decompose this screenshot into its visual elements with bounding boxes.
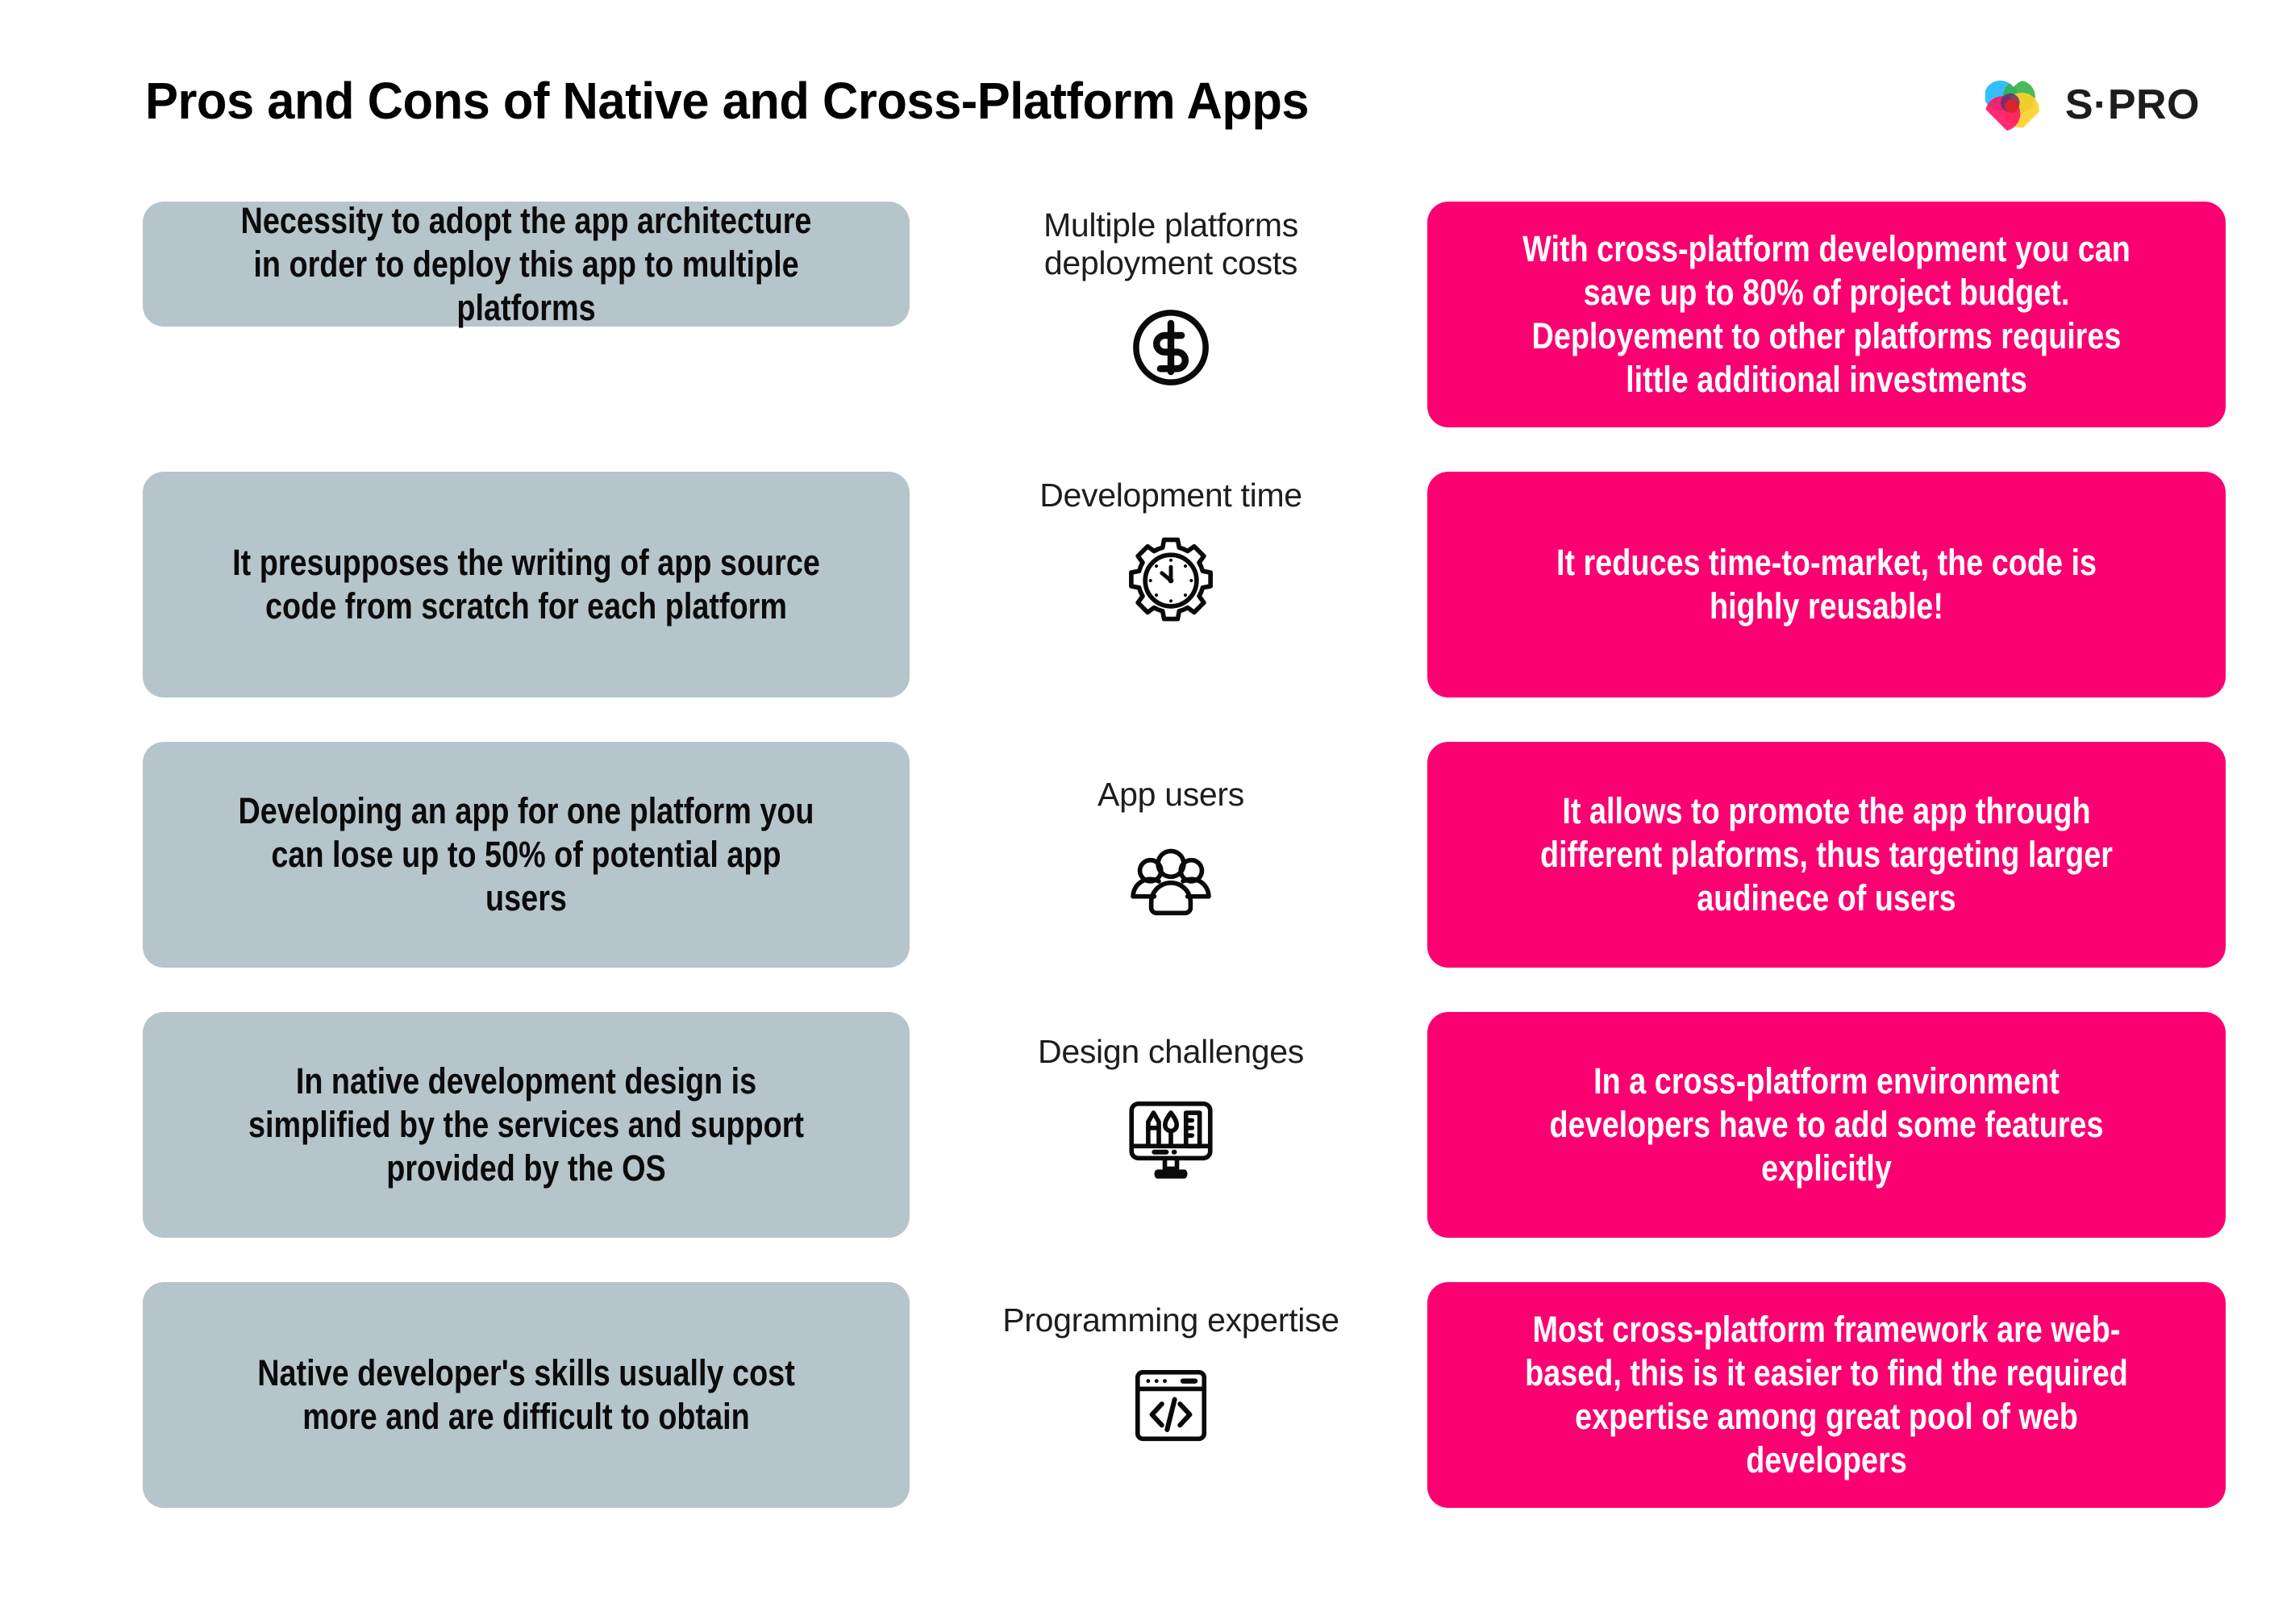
criteria-label: App users [1098, 776, 1244, 813]
users-group-icon [1123, 831, 1219, 928]
native-con-card: It presupposes the writing of app source… [143, 472, 910, 697]
criteria-column: Multiple platforms deployment costs [945, 202, 1397, 396]
cross-platform-pro-card: Most cross-platform framework are web-ba… [1427, 1282, 2226, 1508]
criteria-label: Multiple platforms deployment costs [1043, 206, 1298, 281]
criteria-column: Programming expertise [945, 1282, 1397, 1454]
cross-platform-pro-text: Most cross-platform framework are web-ba… [1525, 1309, 2128, 1480]
page-title: Pros and Cons of Native and Cross-Platfo… [145, 72, 1310, 130]
monitor-design-tools-icon [1123, 1089, 1219, 1185]
native-con-text: Native developer's skills usually cost m… [257, 1352, 795, 1437]
criteria-label: Design challenges [1038, 1033, 1304, 1070]
native-con-card: In native development design is simplifi… [143, 1012, 910, 1238]
infographic-page: Pros and Cons of Native and Cross-Platfo… [0, 0, 2295, 1624]
native-con-card: Native developer's skills usually cost m… [143, 1282, 910, 1508]
criteria-label: Development time [1039, 477, 1302, 514]
cross-platform-pro-text: It reduces time-to-market, the code is h… [1556, 542, 2097, 627]
comparison-row: It presupposes the writing of app source… [0, 472, 2295, 742]
cross-platform-pro-card: It allows to promote the app through dif… [1427, 742, 2226, 968]
dollar-circle-icon [1123, 299, 1219, 396]
brand-logo: S·PRO [1980, 71, 2200, 139]
cross-platform-pro-card: It reduces time-to-market, the code is h… [1427, 472, 2226, 697]
native-con-card: Necessity to adopt the app architecture … [143, 199, 910, 328]
criteria-label: Programming expertise [1002, 1301, 1339, 1339]
cross-platform-pro-card: In a cross-platform environment develope… [1427, 1012, 2226, 1238]
cross-platform-pro-text: With cross-platform development you can … [1522, 228, 2130, 400]
spro-heart-logo-icon [1980, 71, 2047, 139]
gear-clock-icon [1123, 532, 1219, 629]
code-window-icon [1123, 1357, 1219, 1454]
native-con-card: Developing an app for one platform you c… [143, 742, 910, 968]
native-con-text: Developing an app for one platform you c… [238, 790, 814, 918]
comparison-grid: Necessity to adopt the app architecture … [0, 199, 2295, 1552]
brand-name: S·PRO [2064, 81, 2200, 128]
comparison-row: Developing an app for one platform you c… [0, 742, 2295, 1012]
native-con-text: In native development design is simplifi… [248, 1060, 804, 1189]
criteria-column: App users [945, 742, 1397, 928]
criteria-column: Design challenges [945, 1012, 1397, 1185]
comparison-row: In native development design is simplifi… [0, 1012, 2295, 1282]
comparison-row: Necessity to adopt the app architecture … [0, 199, 2295, 472]
cross-platform-pro-text: In a cross-platform environment develope… [1549, 1060, 2104, 1189]
native-con-text: Necessity to adopt the app architecture … [240, 199, 812, 328]
page-header: Pros and Cons of Native and Cross-Platfo… [0, 0, 2295, 202]
native-con-text: It presupposes the writing of app source… [232, 542, 820, 627]
cross-platform-pro-text: It allows to promote the app through dif… [1540, 790, 2113, 918]
criteria-column: Development time [945, 472, 1397, 629]
cross-platform-pro-card: With cross-platform development you can … [1427, 202, 2226, 427]
comparison-row: Native developer's skills usually cost m… [0, 1282, 2295, 1552]
